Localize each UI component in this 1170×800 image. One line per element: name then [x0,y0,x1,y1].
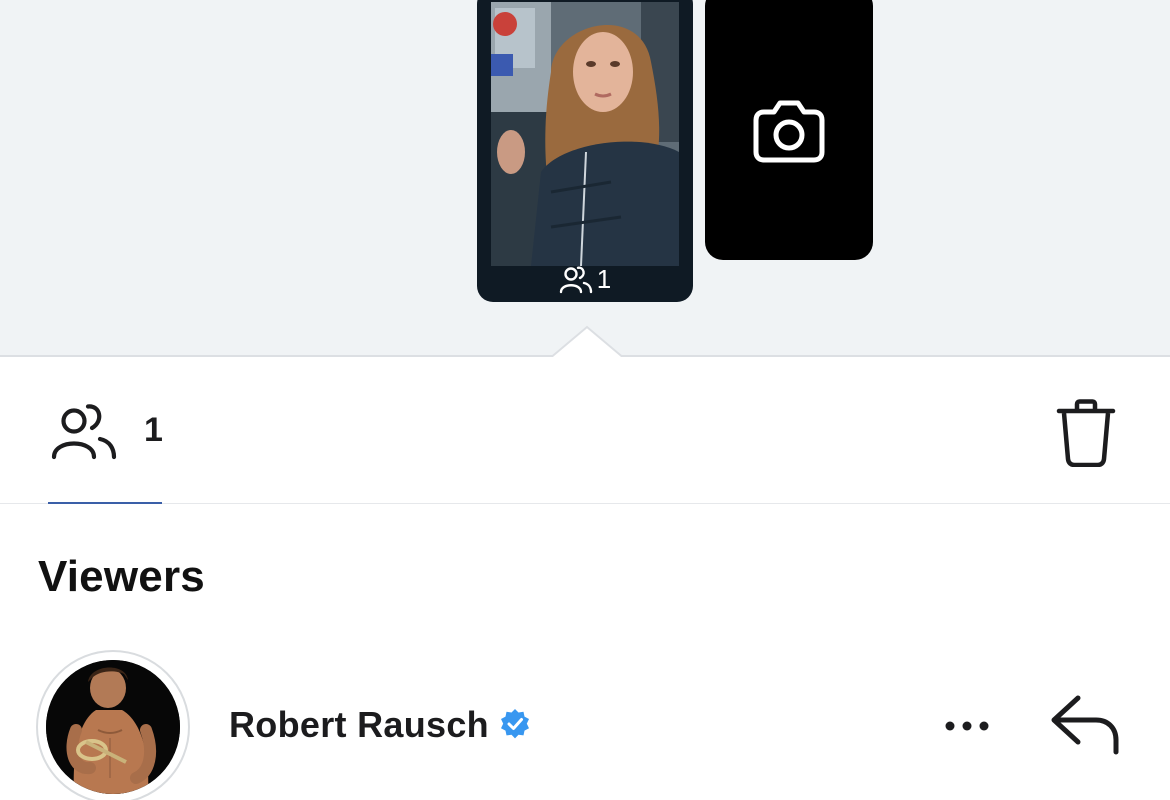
viewers-count: 1 [144,411,163,449]
tab-selected-indicator [48,502,162,504]
story-viewers-screen: 1 1 Viewers Robert Rausch [0,0,1170,800]
story-thumbnail[interactable]: 1 [477,0,693,302]
story-photo [491,2,679,266]
people-icon [559,266,592,294]
story-view-count-value: 1 [596,263,612,294]
viewers-heading: Viewers [38,552,205,601]
reply-button[interactable] [1050,694,1122,758]
story-photo-image [491,2,679,266]
selection-pointer [549,325,625,361]
viewer-row[interactable]: Robert Rausch [0,640,1170,800]
avatar-image [46,660,180,794]
avatar[interactable] [36,650,190,800]
story-view-count: 1 [477,264,693,294]
story-toolbar: 1 [0,357,1170,504]
tab-viewers[interactable]: 1 [48,357,163,504]
camera-icon [753,100,825,163]
people-icon [51,404,117,460]
trash-icon [1056,399,1116,467]
ellipsis-icon [945,721,989,731]
delete-story-button[interactable] [1050,397,1122,469]
add-story-camera-tile[interactable] [705,0,873,260]
verified-badge-icon [501,709,529,739]
viewer-name[interactable]: Robert Rausch [229,704,489,746]
avatar-photo [46,660,180,794]
more-options-button[interactable] [938,710,996,742]
reply-arrow-icon [1051,695,1119,755]
story-strip: 1 [0,0,1170,361]
